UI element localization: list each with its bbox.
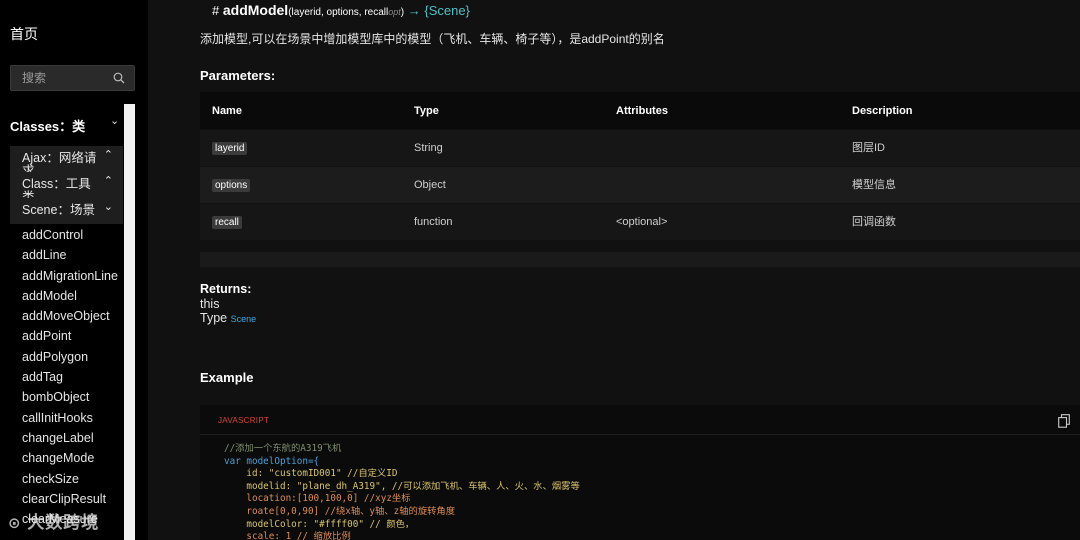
- returns-value: this: [200, 296, 220, 311]
- table-row: options Object 模型信息: [200, 167, 1080, 204]
- param-name-badge: recall: [212, 215, 242, 229]
- param-type: function: [414, 216, 453, 228]
- method-params-close: ): [400, 7, 405, 18]
- group-label: Ajax：网络请求: [22, 151, 97, 173]
- table-header: Name Type Attributes Description: [200, 92, 1080, 130]
- table-row: recall function <optional> 回调函数: [200, 204, 1080, 241]
- main-content: # addModel(layerid, options, recallopt) …: [148, 0, 1080, 540]
- code-line: modelColor: "#ffff00" // 颜色，: [224, 518, 415, 530]
- code-line: roate[0,0,90] //绕x轴、y轴、z轴的旋转角度: [224, 505, 456, 517]
- param-description: 回调函数: [852, 216, 896, 228]
- returns-section: Returns: this Type Scene: [200, 282, 256, 327]
- example-title: Example: [200, 370, 254, 385]
- group-ajax[interactable]: Ajax：网络请求 ⌃: [10, 146, 123, 172]
- param-attributes: <optional>: [616, 216, 668, 228]
- column-header: Name: [212, 105, 242, 117]
- sidebar-scrollbar[interactable]: [124, 104, 135, 540]
- method-item[interactable]: addLine: [10, 245, 123, 265]
- search-icon[interactable]: [113, 72, 125, 84]
- table-footer: [200, 252, 1080, 267]
- method-signature: # addModel(layerid, options, recallopt) …: [212, 2, 470, 18]
- code-content: //添加一个东航的A319飞机 var modelOption={ id: "cu…: [224, 443, 580, 540]
- param-name: layerid: [212, 130, 248, 167]
- group-class[interactable]: Class：工具类 ⌃: [10, 172, 123, 198]
- method-description: 添加模型,可以在场景中增加模型库中的模型（飞机、车辆、椅子等），是addPoin…: [200, 32, 665, 46]
- method-item[interactable]: clearClipResult: [10, 489, 123, 509]
- method-name: addModel: [222, 2, 289, 18]
- hash-mark: #: [212, 3, 220, 18]
- param-type: Object: [414, 179, 446, 191]
- search-box[interactable]: [10, 65, 135, 91]
- returns-type-label: Type: [200, 311, 228, 325]
- classes-heading[interactable]: Classes：类: [10, 116, 85, 135]
- method-item[interactable]: addMoveObject: [10, 306, 123, 326]
- method-params: (layerid, options, recall: [288, 7, 389, 18]
- param-name-badge: options: [212, 178, 251, 192]
- method-item[interactable]: addTag: [10, 367, 123, 387]
- group-scene[interactable]: Scene：场景 ⌄: [10, 198, 123, 224]
- chevron-up-icon[interactable]: ⌃: [104, 149, 113, 162]
- code-tabbar: JAVASCRIPT: [200, 405, 1080, 435]
- method-item[interactable]: addPolygon: [10, 347, 123, 367]
- code-line: location:[100,100,0] //xyz坐标: [224, 493, 411, 505]
- group-label: Class：工具类: [22, 177, 91, 199]
- code-line: id: "customID001" //自定义ID: [224, 468, 398, 480]
- chevron-down-icon[interactable]: ⌄: [104, 201, 113, 214]
- code-line: var modelOption={: [224, 455, 320, 467]
- method-item[interactable]: addPoint: [10, 326, 123, 346]
- param-description: 图层ID: [852, 142, 885, 154]
- chevron-down-icon[interactable]: ⌄: [110, 114, 119, 127]
- param-name: recall: [212, 204, 242, 241]
- watermark: ⊙ 大数跨境: [8, 508, 99, 533]
- param-name-badge: layerid: [212, 141, 248, 155]
- parameters-title: Parameters:: [200, 68, 276, 83]
- method-item[interactable]: addModel: [10, 286, 123, 306]
- code-line: scale: 1 // 缩放比例: [224, 531, 351, 540]
- returns-label: Returns:: [200, 282, 252, 296]
- copy-icon[interactable]: [1058, 414, 1070, 428]
- method-item[interactable]: bombObject: [10, 387, 123, 407]
- method-item[interactable]: changeMode: [10, 448, 123, 468]
- returns-type-line: Type Scene: [200, 311, 256, 327]
- code-language-label: JAVASCRIPT: [218, 416, 270, 425]
- returns-type-link[interactable]: Scene: [231, 314, 257, 324]
- search-input[interactable]: [11, 66, 111, 90]
- method-item[interactable]: checkSize: [10, 469, 123, 489]
- column-header: Description: [852, 105, 913, 117]
- method-list: addControl addLine addMigrationLine addM…: [10, 225, 123, 529]
- optional-tag: opt: [388, 7, 401, 17]
- param-type: String: [414, 142, 443, 154]
- chevron-up-icon[interactable]: ⌃: [104, 175, 113, 188]
- code-block: JAVASCRIPT //添加一个东航的A319飞机 var modelOptio…: [200, 405, 1080, 540]
- method-item[interactable]: changeLabel: [10, 428, 123, 448]
- watermark-text: 大数跨境: [27, 513, 100, 532]
- sidebar: 首页 Classes：类 ⌄ Ajax：网络请求 ⌃ Class：工具类 ⌃ S…: [0, 0, 148, 540]
- code-line: modelid: "plane_dh_A319", //可以添加飞机、车辆、人、…: [224, 480, 580, 492]
- table-row: layerid String 图层ID: [200, 130, 1080, 167]
- column-header: Type: [414, 105, 439, 117]
- home-link[interactable]: 首页: [10, 24, 38, 44]
- code-line: //添加一个东航的A319飞机: [224, 443, 342, 454]
- method-item[interactable]: callInitHooks: [10, 408, 123, 428]
- return-arrow: →: [407, 3, 421, 18]
- param-description: 模型信息: [852, 179, 896, 191]
- param-name: options: [212, 167, 251, 204]
- method-item[interactable]: addControl: [10, 225, 123, 245]
- parameters-table: Name Type Attributes Description layerid…: [200, 92, 1080, 241]
- column-header: Attributes: [616, 105, 668, 117]
- watermark-logo-icon: ⊙: [8, 515, 22, 532]
- method-item[interactable]: addMigrationLine: [10, 266, 123, 286]
- return-type: {Scene}: [424, 3, 470, 18]
